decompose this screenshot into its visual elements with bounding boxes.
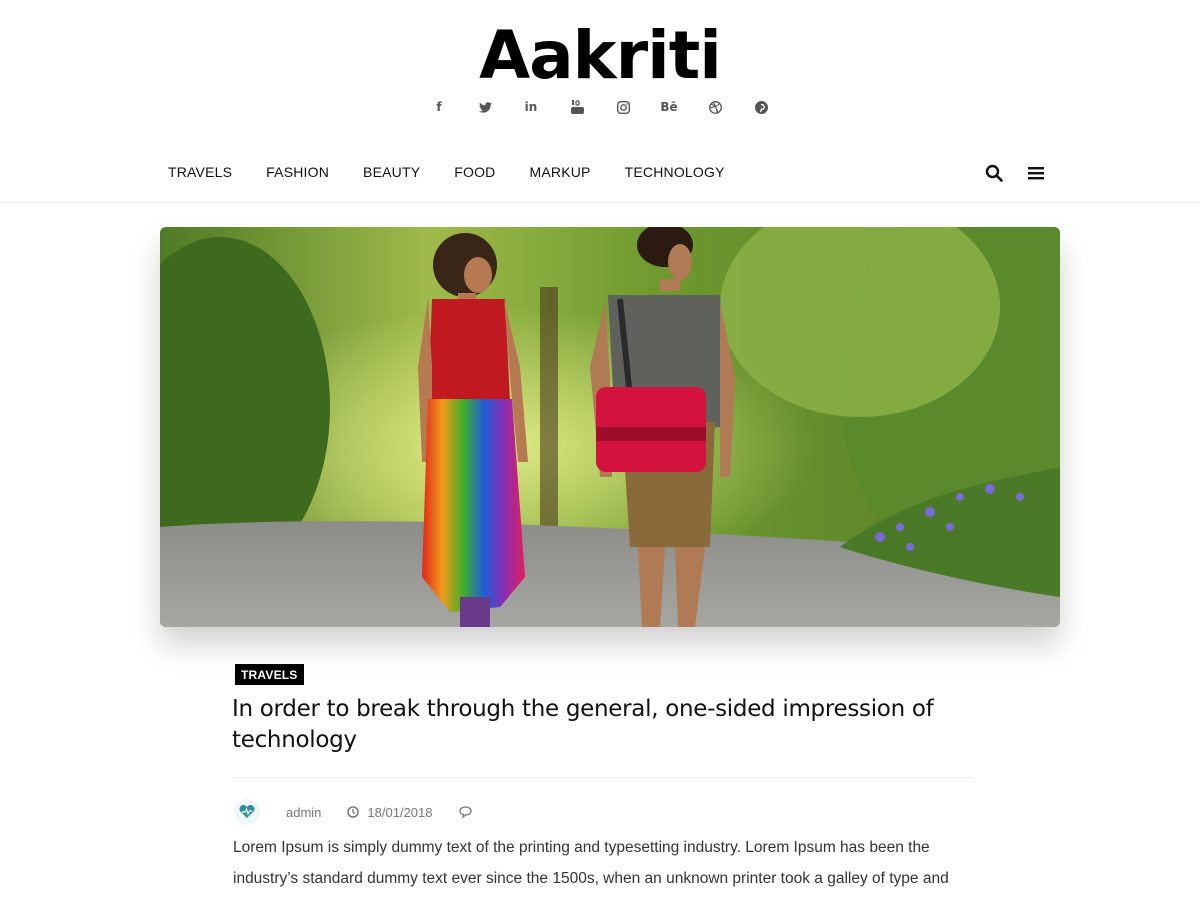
social-links: f in Bē: [0, 98, 1200, 116]
clock-icon: [347, 806, 360, 818]
post-author[interactable]: admin: [286, 805, 321, 820]
divider: [232, 777, 972, 778]
search-icon[interactable]: [984, 163, 1004, 183]
pinterest-icon[interactable]: [752, 98, 770, 116]
nav-item-technology[interactable]: TECHNOLOGY: [625, 164, 725, 180]
linkedin-icon[interactable]: in: [522, 98, 540, 116]
nav-item-fashion[interactable]: FASHION: [266, 164, 329, 180]
main-navigation: TRAVELS FASHION BEAUTY FOOD MARKUP TECHN…: [0, 155, 1200, 203]
comments-icon[interactable]: [458, 806, 473, 818]
featured-image[interactable]: [160, 227, 1060, 627]
post-title[interactable]: In order to break through the general, o…: [232, 694, 972, 756]
category-badge[interactable]: TRAVELS: [235, 664, 304, 685]
twitter-icon[interactable]: [476, 98, 494, 116]
instagram-icon[interactable]: [614, 98, 632, 116]
youtube-icon[interactable]: [568, 98, 586, 116]
nav-item-travels[interactable]: TRAVELS: [168, 164, 232, 180]
dribbble-icon[interactable]: [706, 98, 724, 116]
site-logo[interactable]: Aakriti: [0, 18, 1200, 94]
hamburger-menu-icon[interactable]: [1026, 163, 1046, 183]
post-meta: admin 18/01/2018: [234, 799, 473, 825]
avatar[interactable]: [234, 799, 260, 825]
nav-item-beauty[interactable]: BEAUTY: [363, 164, 420, 180]
facebook-icon[interactable]: f: [430, 98, 448, 116]
post-excerpt: Lorem Ipsum is simply dummy text of the …: [233, 839, 949, 887]
behance-icon[interactable]: Bē: [660, 98, 678, 116]
post-date: 18/01/2018: [367, 804, 433, 820]
nav-item-markup[interactable]: MARKUP: [530, 164, 591, 180]
nav-item-food[interactable]: FOOD: [454, 164, 495, 180]
